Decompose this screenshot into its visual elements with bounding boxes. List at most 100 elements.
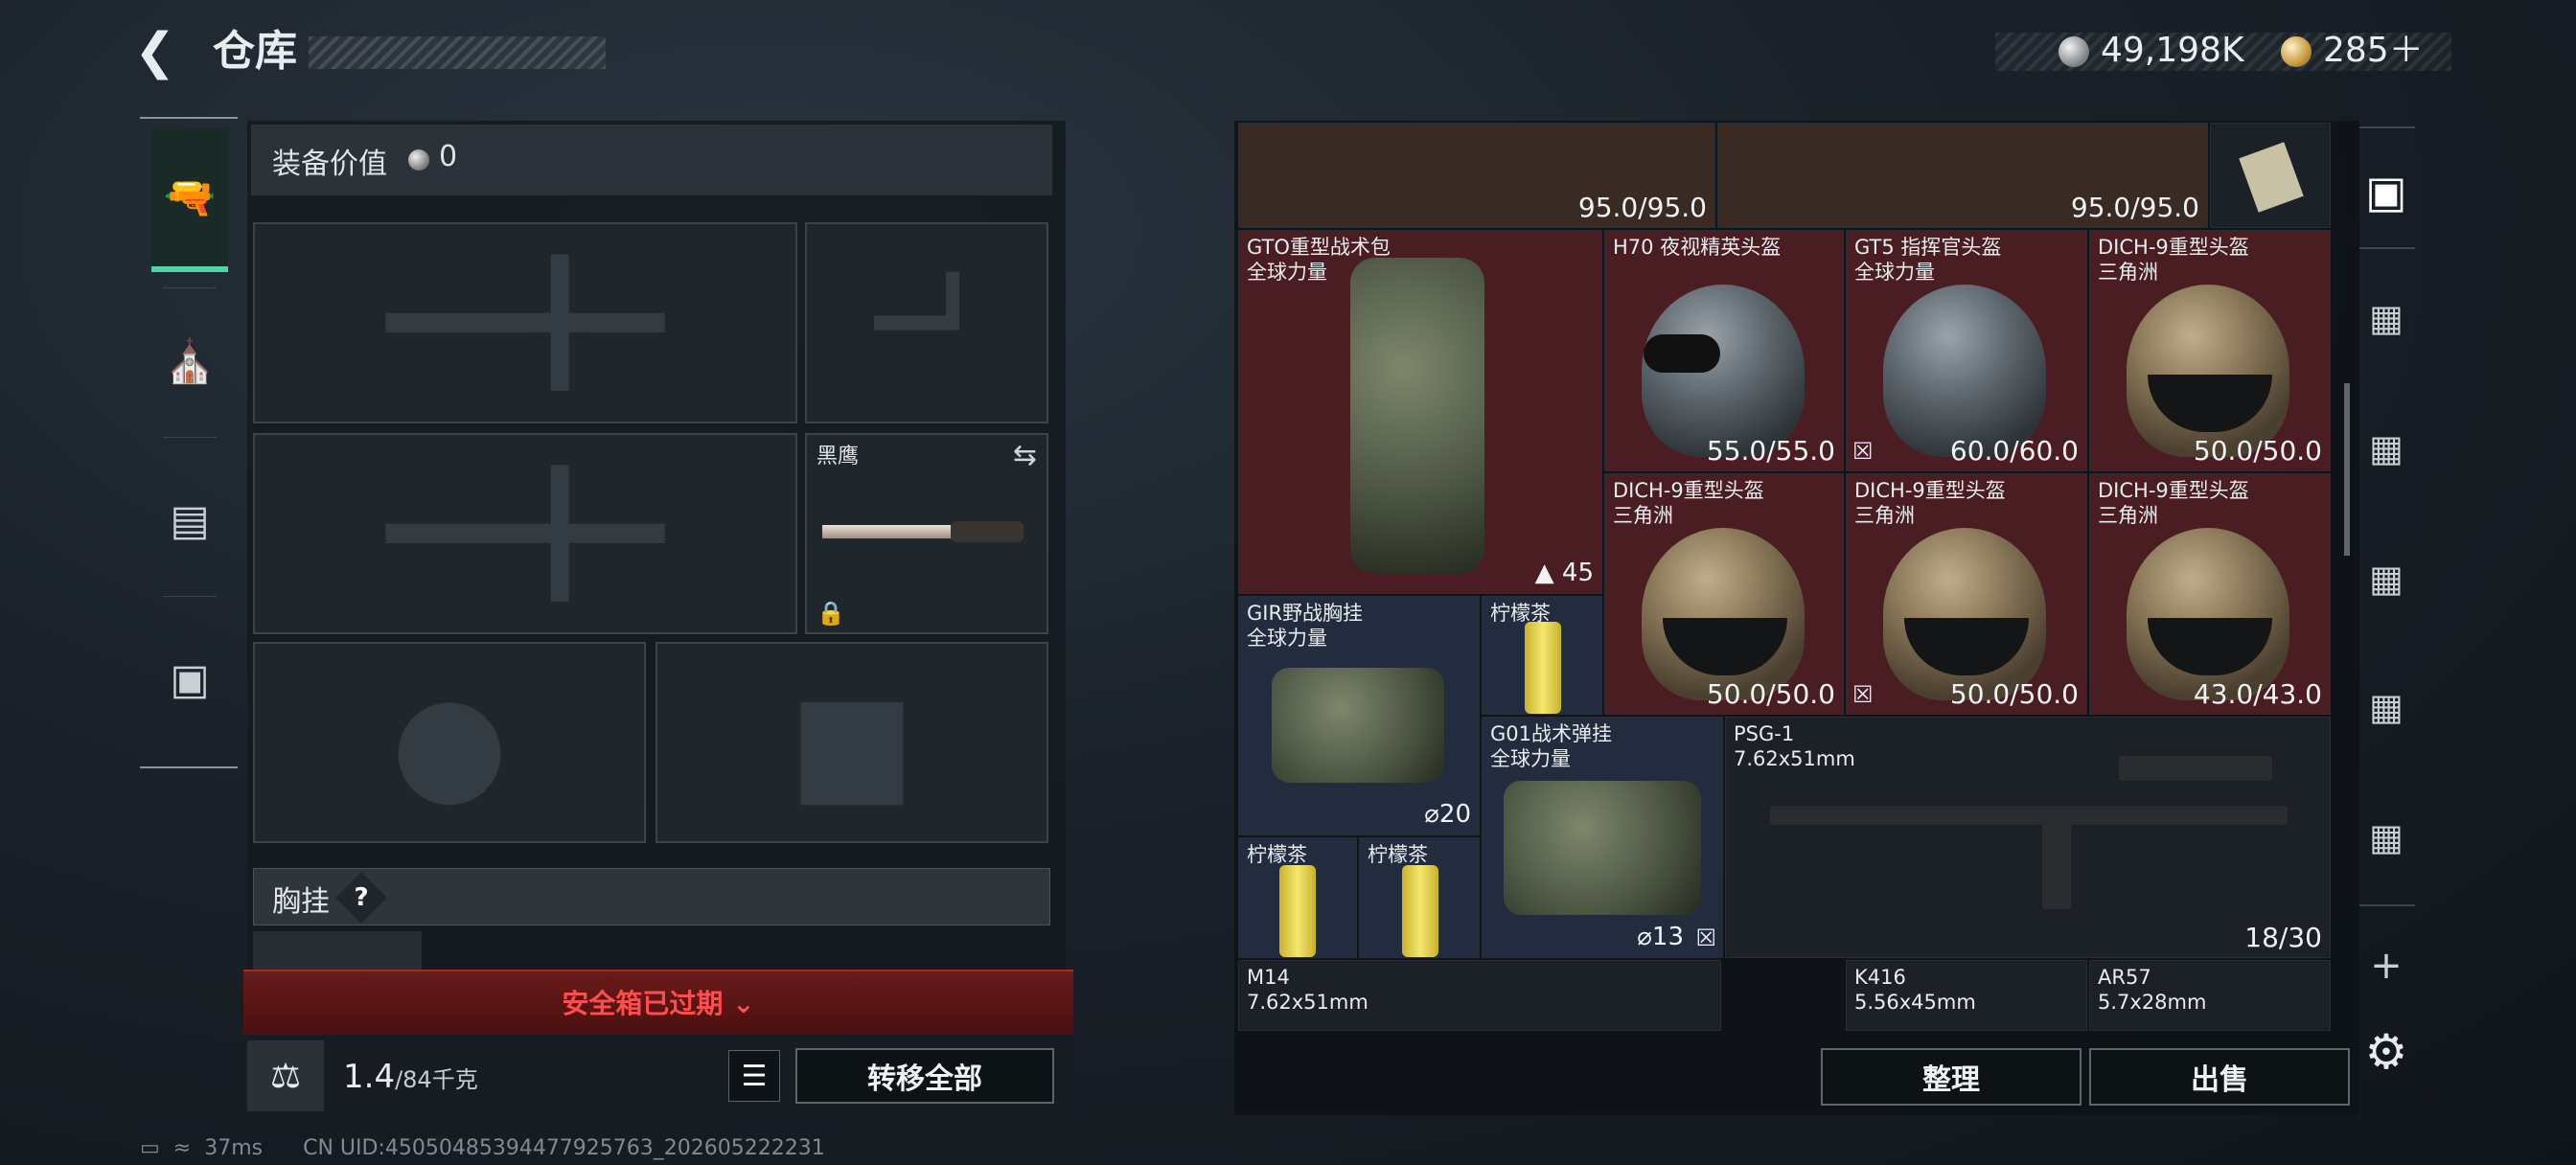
rail-divider: [2359, 247, 2415, 249]
backpack-icon: ▤: [170, 495, 210, 545]
magazine-icon: [2042, 823, 2071, 909]
item-name: PSG-1: [1734, 722, 1795, 745]
storage-tab-v-icon[interactable]: ▦: [2350, 801, 2423, 874]
nav-weapons[interactable]: 🔫: [151, 128, 228, 272]
inventory-item[interactable]: H70 夜视精英头盔 55.0/55.0: [1604, 230, 1844, 471]
item-durability: 50.0/50.0: [1706, 678, 1835, 710]
gold-coin-icon: [2281, 36, 2312, 67]
silver-coin-icon: [408, 149, 429, 171]
capacity-icon: ⌀: [1424, 800, 1439, 829]
nav-divider: [163, 596, 217, 597]
help-icon[interactable]: ?: [343, 879, 380, 916]
item-capacity: ⌀20: [1424, 800, 1471, 829]
chest-rig-icon: [1272, 668, 1444, 783]
nav-backpack[interactable]: ▤: [151, 448, 228, 592]
battery-icon: ▭: [140, 1136, 160, 1160]
item-faction: 三角洲: [2098, 261, 2158, 284]
pistol-slot[interactable]: ━┛: [805, 222, 1048, 423]
rifle-placeholder-icon: ━━╋━: [386, 467, 664, 601]
inventory-item[interactable]: 柠檬茶: [1482, 596, 1602, 715]
chest-rig-slot[interactable]: [253, 931, 422, 970]
item-faction: 三角洲: [2098, 504, 2158, 527]
item-name: GTO重型战术包: [1247, 236, 1391, 259]
helmet-icon: ⛪: [163, 337, 217, 386]
inventory-item[interactable]: DICH-9重型头盔 三角洲 50.0/50.0: [1604, 473, 1844, 715]
item-durability: 95.0/95.0: [2070, 192, 2199, 223]
item-name: DICH-9重型头盔: [2098, 236, 2249, 259]
nav-toolbox[interactable]: ▣: [151, 607, 228, 751]
lemon-tea-icon: [1402, 865, 1438, 957]
inventory-item[interactable]: 95.0/95.0: [1238, 123, 1715, 228]
inventory-item[interactable]: DICH-9重型头盔 三角洲 50.0/50.0: [2089, 230, 2331, 471]
inventory-item[interactable]: [2210, 123, 2331, 228]
item-durability: 55.0/55.0: [1706, 435, 1835, 467]
secondary-weapon-slot[interactable]: ━━╋━: [253, 433, 797, 634]
inventory-item[interactable]: DICH-9重型头盔 三角洲 43.0/43.0: [2089, 473, 2331, 715]
item-caliber: 5.56x45mm: [1854, 991, 1976, 1014]
swap-icon[interactable]: ⇆: [1013, 439, 1037, 472]
inventory-item[interactable]: GTO重型战术包 全球力量 ▲ 45: [1238, 230, 1602, 594]
inventory-item[interactable]: G01战术弹挂 全球力量 ⌀13 ☒: [1482, 717, 1723, 958]
item-name: AR57: [2098, 966, 2151, 989]
inventory-item[interactable]: K416 5.56x45mm: [1846, 960, 2087, 1031]
storage-tab-iv-icon[interactable]: ▦: [2350, 412, 2423, 485]
inventory-item[interactable]: 95.0/95.0: [1717, 123, 2208, 228]
transfer-all-button[interactable]: 转移全部: [795, 1048, 1054, 1104]
no-repair-icon: ☒: [1852, 681, 1874, 708]
rifle-icon: [1770, 806, 2288, 825]
inventory-item[interactable]: DICH-9重型头盔 三角洲 ☒ 50.0/50.0: [1846, 473, 2087, 715]
item-name: GIR野战胸挂: [1247, 602, 1364, 625]
inventory-item[interactable]: GIR野战胸挂 全球力量 ⌀20: [1238, 596, 1480, 835]
weight-icon: ⚖: [247, 1040, 324, 1111]
nav-divider: [163, 437, 217, 438]
inventory-item[interactable]: AR57 5.7x28mm: [2089, 960, 2331, 1031]
lemon-tea-icon: [1279, 865, 1316, 957]
chest-rig-label: 胸挂: [272, 885, 330, 919]
item-caliber: 7.62x51mm: [1247, 991, 1368, 1014]
page-title: 仓库: [213, 27, 297, 76]
status-bar: ▭ ≈ 37ms CN UID:45050485394477925763_202…: [140, 1136, 825, 1160]
item-durability: 50.0/50.0: [2193, 435, 2322, 467]
armor-slot[interactable]: ■: [656, 642, 1048, 843]
primary-weapon-slot[interactable]: ━━╋━: [253, 222, 797, 423]
lock-icon: 🔒: [816, 600, 845, 627]
storage-tab-ii-icon[interactable]: ▦: [2350, 542, 2423, 615]
inventory-item[interactable]: 柠檬茶: [1359, 837, 1480, 958]
inventory-item[interactable]: GT5 指挥官头盔 全球力量 ☒ 60.0/60.0: [1846, 230, 2087, 471]
storage-tab-iv-add-icon[interactable]: ▦: [2350, 671, 2423, 743]
item-faction: 全球力量: [1854, 261, 1935, 284]
sell-button[interactable]: 出售: [2089, 1048, 2350, 1106]
title-decoration: [309, 36, 606, 69]
item-faction: 全球力量: [1490, 747, 1571, 770]
sort-button[interactable]: 整理: [1821, 1048, 2082, 1106]
inventory-item[interactable]: PSG-1 7.62x51mm 18/30: [1725, 717, 2331, 958]
user-uid: CN UID:45050485394477925763_202605222231: [303, 1136, 825, 1160]
item-name: GT5 指挥官头盔: [1854, 236, 2002, 259]
pistol-placeholder-icon: ━┛: [874, 272, 979, 374]
helmet-placeholder-icon: ●: [390, 664, 509, 821]
rifle-placeholder-icon: ━━╋━: [386, 256, 664, 390]
warehouse-icon[interactable]: ▣: [2350, 155, 2423, 228]
weight-readout: 1.4/84千克: [343, 1058, 478, 1096]
gold-amount[interactable]: 285＋: [2323, 29, 2424, 73]
item-faction: 全球力量: [1247, 627, 1327, 650]
scope-icon: [2119, 756, 2272, 781]
settings-gear-icon[interactable]: ⚙: [2350, 1016, 2423, 1088]
item-name: DICH-9重型头盔: [2098, 479, 2249, 502]
storage-tab-iv-icon[interactable]: ▦: [2350, 282, 2423, 354]
helmet-slot[interactable]: ●: [253, 642, 646, 843]
melee-slot[interactable]: 黑鹰 ⇆ 🔒: [805, 433, 1048, 634]
rail-divider: [2359, 904, 2415, 906]
inventory-item[interactable]: 柠檬茶: [1238, 837, 1357, 958]
back-button[interactable]: ❮: [134, 25, 192, 79]
add-tab-icon[interactable]: +: [2350, 929, 2423, 1002]
inventory-item[interactable]: M14 7.62x51mm: [1238, 960, 1721, 1031]
no-repair-icon: ☒: [1852, 438, 1874, 465]
list-view-button[interactable]: ☰: [728, 1050, 780, 1102]
item-name: K416: [1854, 966, 1906, 989]
capacity-icon: ⌀: [1637, 923, 1652, 951]
nav-helmet[interactable]: ⛪: [151, 289, 228, 433]
item-caliber: 5.7x28mm: [2098, 991, 2207, 1014]
helmet-icon: [1883, 285, 2046, 457]
item-name: DICH-9重型头盔: [1613, 479, 1764, 502]
